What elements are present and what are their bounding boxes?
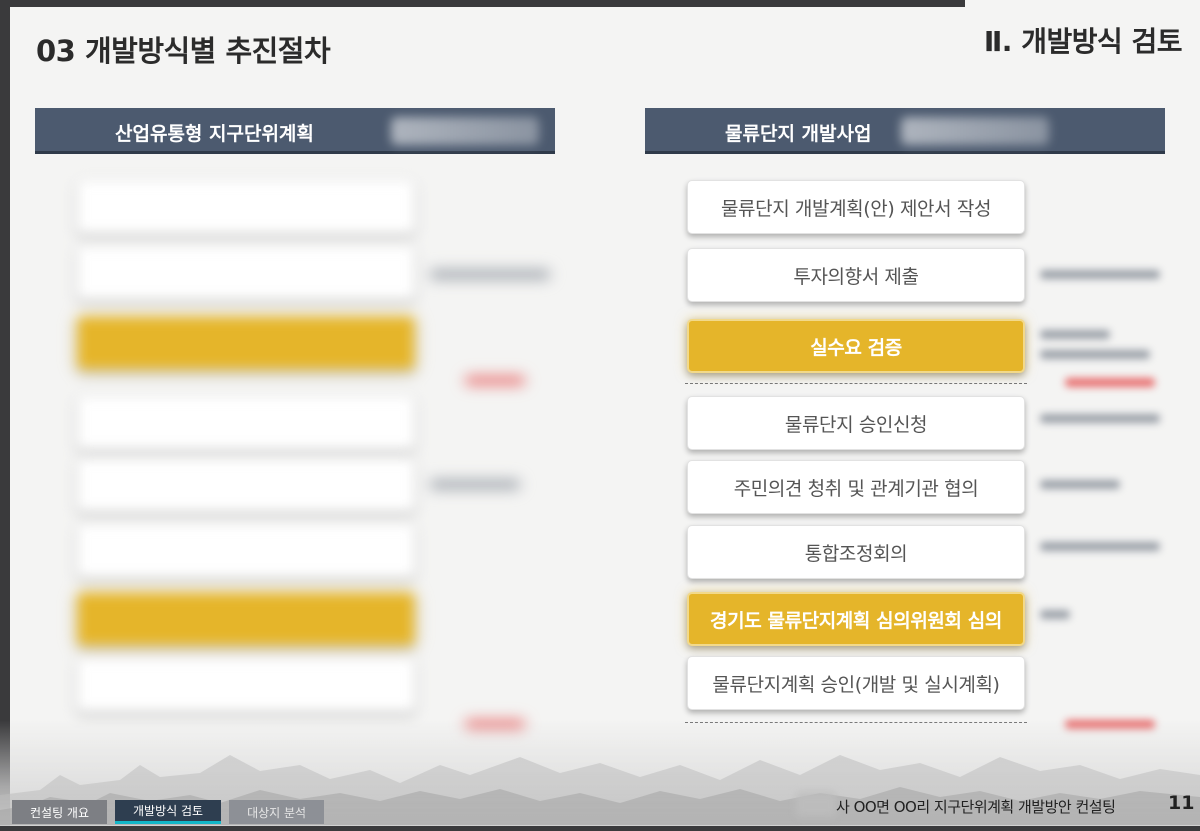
right-column: 물류단지 개발사업 물류단지 개발계획(안) 제안서 작성 투자의향서 제출 실… <box>645 108 1165 729</box>
section-divider <box>685 383 1027 384</box>
step-investment-letter: 투자의향서 제출 <box>687 248 1025 302</box>
nav-tab-site-analysis[interactable]: 대상지 분석 <box>229 800 325 824</box>
left-column-title: 산업유통형 지구단위계획 <box>115 123 314 145</box>
side-note-redacted <box>1040 542 1160 551</box>
left-step <box>77 180 415 234</box>
right-column-title: 물류단지 개발사업 <box>725 123 872 145</box>
page-heading: 03 개발방식별 추진절차 <box>36 34 331 68</box>
nav-tab-development-review[interactable]: 개발방식 검토 <box>115 800 222 824</box>
footer-title: 사 OO면 OO리 지구단위계획 개발방안 컨설팅 <box>836 798 1116 816</box>
step-approval-application: 물류단지 승인신청 <box>687 396 1025 450</box>
side-note-redacted <box>1040 350 1150 359</box>
left-edge-bar <box>0 0 10 831</box>
left-step <box>77 658 415 712</box>
footer-title-redacted <box>796 792 836 816</box>
page-number: 11 <box>1168 792 1195 814</box>
side-note-redacted <box>1040 330 1110 339</box>
side-note-redacted <box>1040 270 1160 279</box>
side-note-redacted <box>465 376 525 385</box>
left-column: 산업유통형 지구단위계획 <box>35 108 555 729</box>
left-step <box>77 524 415 578</box>
left-step-highlight <box>77 316 415 370</box>
step-coordination-meeting: 통합조정회의 <box>687 525 1025 579</box>
bottom-bar <box>0 826 1200 831</box>
left-column-header: 산업유통형 지구단위계획 <box>35 108 555 154</box>
side-note-redacted <box>1040 480 1120 489</box>
side-note-redacted <box>430 270 550 279</box>
left-step <box>77 458 415 512</box>
top-bar <box>0 0 965 7</box>
right-column-header: 물류단지 개발사업 <box>645 108 1165 154</box>
step-demand-verification: 실수요 검증 <box>687 319 1025 373</box>
left-step <box>77 246 415 300</box>
left-column-subtitle-redacted <box>391 117 539 145</box>
side-note-redacted <box>1065 378 1155 387</box>
step-committee-review: 경기도 물류단지계획 심의위원회 심의 <box>687 592 1025 646</box>
side-note-redacted <box>1040 414 1160 423</box>
chapter-title: Ⅱ. 개발방식 검토 <box>983 25 1183 58</box>
right-column-subtitle-redacted <box>901 117 1049 145</box>
side-note-redacted <box>1040 610 1070 619</box>
nav-tab-consulting-overview[interactable]: 컨설팅 개요 <box>12 800 108 824</box>
step-plan-approval: 물류단지계획 승인(개발 및 실시계획) <box>687 656 1025 710</box>
left-step-highlight <box>77 592 415 646</box>
step-proposal: 물류단지 개발계획(안) 제안서 작성 <box>687 180 1025 234</box>
step-public-consultation: 주민의견 청취 및 관계기관 협의 <box>687 460 1025 514</box>
side-note-redacted <box>430 480 520 489</box>
section-nav: 컨설팅 개요 개발방식 검토 대상지 분석 <box>12 800 325 824</box>
left-step <box>77 396 415 450</box>
